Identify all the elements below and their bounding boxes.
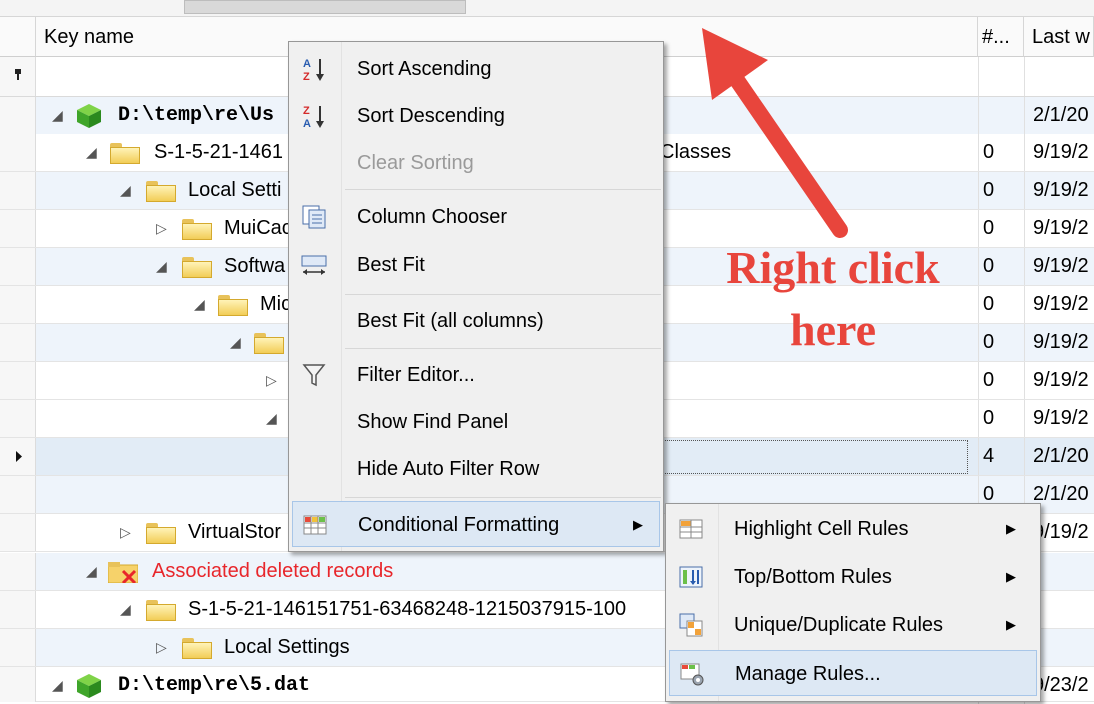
key-name: VirtualStor <box>188 521 282 543</box>
key-name: Local Settings <box>224 636 350 658</box>
menu-item-filter-editor[interactable]: Filter Editor... <box>289 352 663 398</box>
collapse-toggle-icon[interactable]: ▷ <box>156 210 167 247</box>
menu-item-sort-descending[interactable]: Z A Sort Descending <box>289 93 663 139</box>
menu-item-highlight-cell-rules[interactable]: Highlight Cell Rules ▶ <box>666 506 1040 552</box>
expand-toggle-icon[interactable]: ◢ <box>52 97 63 134</box>
sort-descending-icon: Z A <box>303 105 324 129</box>
expand-toggle-icon[interactable]: ◢ <box>52 667 63 704</box>
key-name: Local Setti <box>188 179 282 201</box>
submenu-arrow-icon: ▶ <box>1006 569 1016 584</box>
folder-icon <box>182 257 212 278</box>
column-header-count[interactable]: #... <box>978 17 1024 57</box>
menu-item-column-chooser[interactable]: Column Chooser <box>289 194 663 240</box>
unique-duplicate-rules-icon <box>679 613 703 637</box>
expand-toggle-icon[interactable]: ◢ <box>120 591 131 628</box>
filter-row-indicator <box>0 57 36 96</box>
horizontal-scrollbar[interactable] <box>0 0 1094 17</box>
menu-item-show-find-panel[interactable]: Show Find Panel <box>289 399 663 445</box>
folder-icon <box>182 219 212 240</box>
svg-text:A: A <box>303 58 311 70</box>
menu-item-unique-duplicate-rules[interactable]: Unique/Duplicate Rules ▶ <box>666 602 1040 648</box>
hive-cube-icon <box>77 104 101 128</box>
folder-icon <box>218 295 248 316</box>
conditional-formatting-submenu: Highlight Cell Rules ▶ Top/Bottom Rules … <box>665 503 1041 702</box>
expand-toggle-icon[interactable]: ◢ <box>86 553 97 590</box>
annotation-text-line1: Right click <box>726 242 940 293</box>
expand-toggle-icon[interactable]: ◢ <box>86 134 97 171</box>
menu-item-sort-ascending[interactable]: A Z Sort Ascending <box>289 46 663 92</box>
menu-item-hide-auto-filter-row[interactable]: Hide Auto Filter Row <box>289 446 663 492</box>
focused-cell[interactable] <box>640 440 968 474</box>
menu-item-best-fit[interactable]: Best Fit <box>289 242 663 288</box>
sort-ascending-icon: A Z <box>303 58 324 82</box>
expand-toggle-icon[interactable]: ◢ <box>156 248 167 285</box>
expand-toggle-icon[interactable]: ◢ <box>120 172 131 209</box>
hive-cube-icon <box>77 674 101 698</box>
key-name: D:\temp\re\5.dat <box>118 674 311 697</box>
conditional-formatting-icon <box>303 515 327 535</box>
submenu-arrow-icon: ▶ <box>633 517 643 532</box>
folder-icon <box>254 333 284 354</box>
folder-icon <box>146 600 176 621</box>
collapse-toggle-icon[interactable]: ▷ <box>156 629 167 666</box>
menu-item-conditional-formatting[interactable]: Conditional Formatting ▶ <box>292 501 660 547</box>
key-name: Mic <box>260 293 292 315</box>
menu-item-manage-rules[interactable]: Manage Rules... <box>669 650 1037 696</box>
row-indicator-header <box>0 17 36 57</box>
submenu-arrow-icon: ▶ <box>1006 521 1016 536</box>
key-name: D:\temp\re\Us <box>118 104 275 127</box>
current-row-arrow-icon <box>16 451 22 462</box>
expand-toggle-icon[interactable]: ◢ <box>194 286 205 323</box>
menu-item-top-bottom-rules[interactable]: Top/Bottom Rules ▶ <box>666 554 1040 600</box>
annotation-arrow <box>702 28 848 238</box>
submenu-arrow-icon: ▶ <box>1006 617 1016 632</box>
best-fit-icon <box>301 255 327 275</box>
menu-item-best-fit-all-columns[interactable]: Best Fit (all columns) <box>289 298 663 344</box>
column-header-last-write[interactable]: Last w <box>1024 17 1094 57</box>
folder-icon <box>110 143 140 164</box>
highlight-cell-rules-icon <box>679 519 703 539</box>
folder-icon <box>146 523 176 544</box>
annotation-text-line2: here <box>789 304 876 355</box>
expand-toggle-icon[interactable]: ◢ <box>266 400 277 437</box>
collapse-toggle-icon[interactable]: ▷ <box>266 362 277 399</box>
svg-text:Z: Z <box>303 105 310 117</box>
scrollbar-thumb[interactable] <box>184 0 466 14</box>
folder-icon <box>146 181 176 202</box>
key-name: MuiCac <box>224 217 292 239</box>
key-name: S-1-5-21-1461 <box>154 141 283 163</box>
filter-pin-icon <box>15 69 21 80</box>
svg-text:Z: Z <box>303 71 310 82</box>
key-name-deleted: Associated deleted records <box>152 560 394 582</box>
filter-funnel-icon <box>302 364 326 387</box>
menu-item-clear-sorting[interactable]: Clear Sorting <box>289 140 663 186</box>
svg-text:A: A <box>303 118 311 129</box>
manage-rules-icon <box>680 663 704 686</box>
deleted-folder-icon <box>108 562 138 583</box>
expand-toggle-icon[interactable]: ◢ <box>230 324 241 361</box>
collapse-toggle-icon[interactable]: ▷ <box>120 514 131 551</box>
key-name: S-1-5-21-146151751-63468248-1215037915-1… <box>188 598 627 620</box>
column-context-menu: A Z Sort Ascending Z A Sort Descending C… <box>288 41 664 552</box>
top-bottom-rules-icon <box>679 566 703 588</box>
folder-icon <box>182 638 212 659</box>
column-chooser-icon <box>302 205 326 229</box>
key-name: Softwa <box>224 255 286 277</box>
